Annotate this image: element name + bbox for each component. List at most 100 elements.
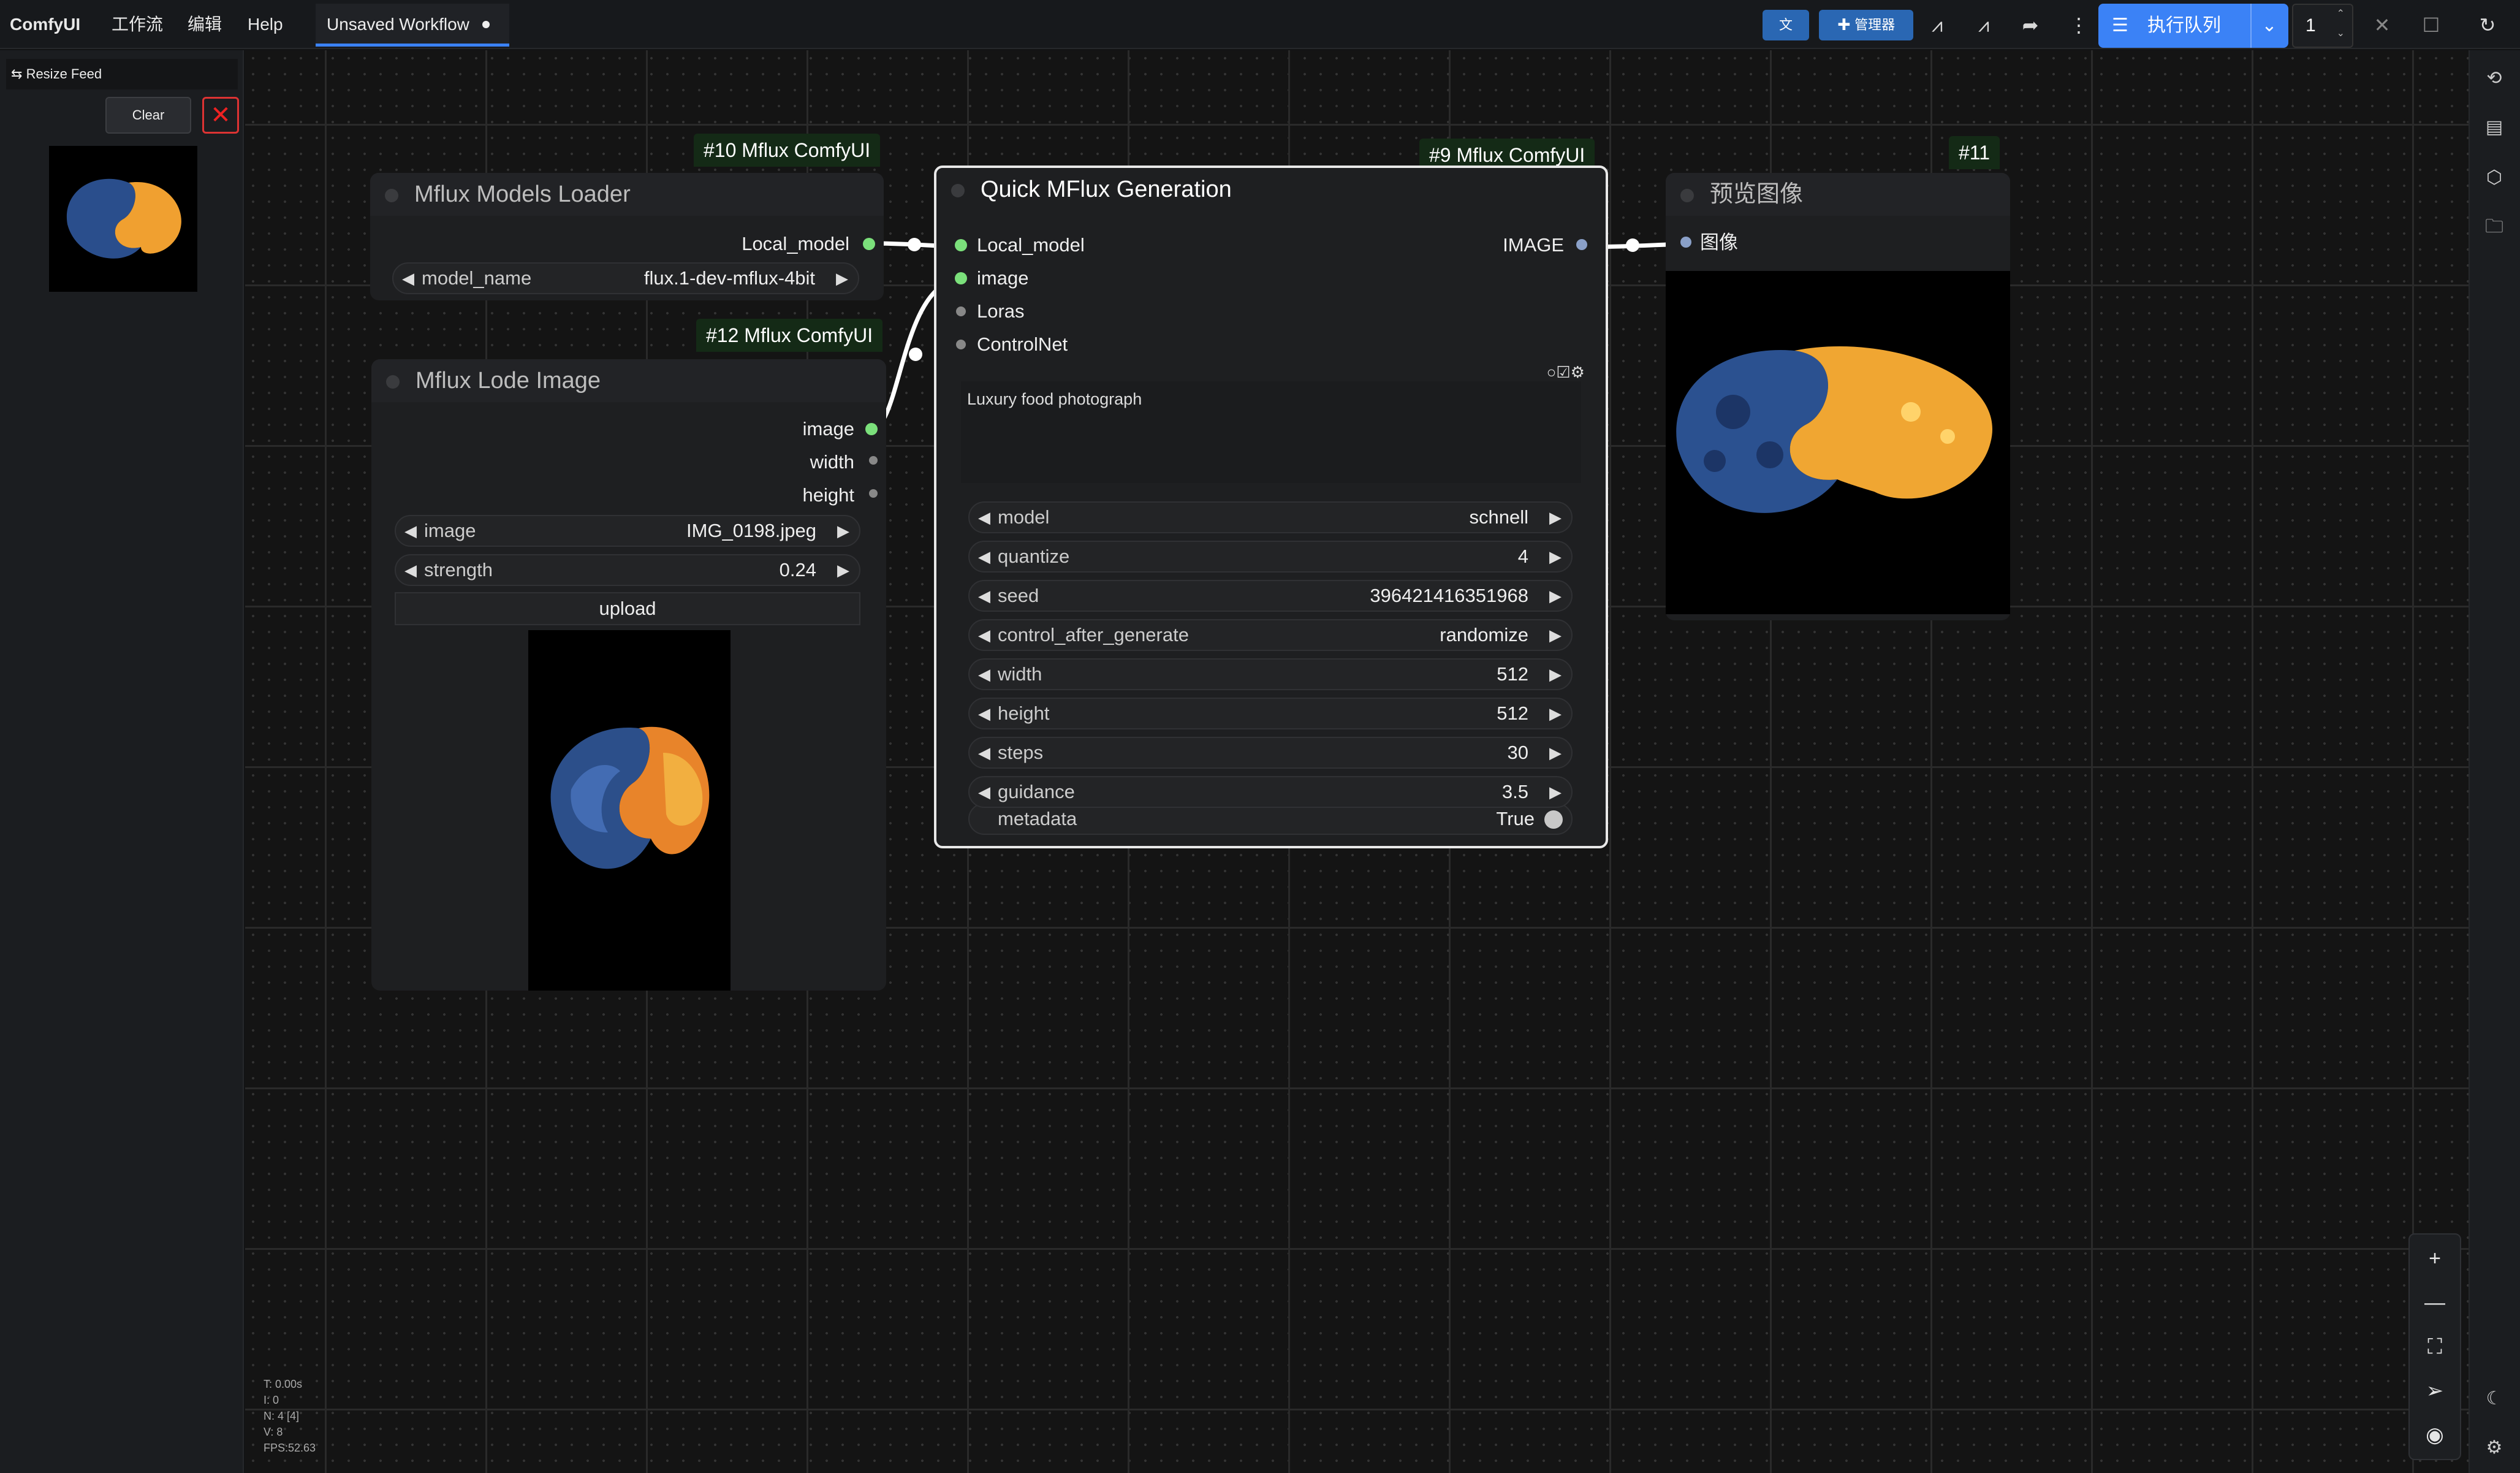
arrow-left-icon[interactable]: ◀ [978, 699, 990, 728]
output-port-dot[interactable] [865, 423, 878, 435]
arrow-right-icon[interactable]: ▶ [1549, 699, 1562, 728]
arrow-right-icon[interactable]: ▶ [1549, 660, 1562, 689]
widget-name: image [424, 520, 476, 541]
arrow-right-icon[interactable]: ▶ [1549, 738, 1562, 767]
stat-line: N: 4 [4] [264, 1410, 300, 1422]
input-port-dot[interactable] [955, 272, 967, 284]
upload-button[interactable]: upload [395, 592, 860, 625]
widget-quantize[interactable]: ◀ quantize 4 ▶ [968, 541, 1573, 573]
node-title-bar[interactable]: Mflux Models Loader [370, 173, 884, 216]
input-port-dot[interactable] [956, 340, 966, 349]
fit-view-icon[interactable]: ⛶ [2417, 1329, 2453, 1365]
node-title-bar[interactable]: Quick MFlux Generation [936, 168, 1606, 211]
arrow-right-icon[interactable]: ▶ [1549, 542, 1562, 571]
yin-yang-fire-ice-image [528, 630, 731, 991]
link-midpoint-dot [1626, 238, 1639, 252]
arrow-left-icon[interactable]: ◀ [402, 264, 414, 293]
node-title-bar[interactable]: 预览图像 [1666, 173, 2010, 216]
arrow-left-icon[interactable]: ◀ [978, 581, 990, 611]
output-label-image: image [802, 418, 854, 440]
input-port-dot[interactable] [1680, 237, 1691, 248]
widget-guidance[interactable]: ◀ guidance 3.5 ▶ [968, 776, 1573, 808]
prompt-text: Luxury food photograph [967, 390, 1142, 408]
widget-value: 396421416351968 [1370, 585, 1528, 606]
arrow-left-icon[interactable]: ◀ [978, 738, 990, 767]
render-stats: T: 0.00s I: 0 N: 4 [4] V: 8 FPS:52.63 [264, 1376, 316, 1456]
zoom-out-icon[interactable]: — [2417, 1285, 2453, 1320]
settings-icon[interactable]: ⚙ [2477, 1431, 2511, 1465]
prompt-toolbar-icons[interactable]: ○☑⚙ [1547, 363, 1585, 382]
arrow-right-icon[interactable]: ▶ [1549, 777, 1562, 807]
queue-list-icon[interactable]: ▤ [2477, 110, 2511, 145]
arrow-left-icon[interactable]: ◀ [978, 620, 990, 650]
arrow-left-icon[interactable]: ◀ [978, 660, 990, 689]
generated-image-preview[interactable] [1666, 271, 2010, 614]
output-label-width: width [810, 451, 854, 473]
widget-strength[interactable]: ◀ strength 0.24 ▶ [395, 554, 860, 586]
arrow-right-icon[interactable]: ▶ [837, 555, 849, 585]
node-badge-loader: #10 Mflux ComfyUI [694, 134, 881, 167]
widget-name: metadata [998, 808, 1077, 829]
collapse-dot-icon[interactable] [385, 189, 398, 202]
input-port-dot[interactable] [956, 306, 966, 316]
arrow-left-icon[interactable]: ◀ [978, 542, 990, 571]
node-lode-image[interactable]: Mflux Lode Image image width height ◀ im… [371, 359, 886, 991]
right-sidebar [2469, 50, 2520, 1473]
output-label: Local_model [742, 233, 849, 254]
arrow-left-icon[interactable]: ◀ [404, 516, 417, 546]
navigate-icon[interactable]: ➢ [2417, 1373, 2453, 1409]
prompt-textarea[interactable]: Luxury food photograph [961, 381, 1581, 483]
arrow-right-icon[interactable]: ▶ [1549, 620, 1562, 650]
arrow-right-icon[interactable]: ▶ [836, 264, 848, 293]
node-badge-preview: #11 [1949, 136, 2000, 169]
widget-value: randomize [1440, 624, 1528, 645]
widget-steps[interactable]: ◀ steps 30 ▶ [968, 737, 1573, 769]
folder-icon[interactable]: 🗀 [2477, 210, 2511, 244]
arrow-right-icon[interactable]: ▶ [1549, 503, 1562, 532]
widget-width[interactable]: ◀ width 512 ▶ [968, 658, 1573, 690]
input-label-loras: Loras [977, 300, 1025, 322]
output-port-dot[interactable] [1576, 239, 1587, 250]
node-title-bar[interactable]: Mflux Lode Image [371, 359, 886, 402]
widget-model-name[interactable]: ◀ model_name flux.1-dev-mflux-4bit ▶ [392, 262, 859, 294]
output-label-image: IMAGE [1503, 234, 1564, 256]
collapse-dot-icon[interactable] [951, 184, 965, 197]
widget-name: seed [998, 585, 1039, 606]
history-icon[interactable]: ⟲ [2477, 61, 2511, 96]
output-port-dot[interactable] [869, 489, 878, 498]
yin-yang-food-image [1666, 271, 2010, 614]
widget-image[interactable]: ◀ image IMG_0198.jpeg ▶ [395, 515, 860, 547]
input-label-image: image [977, 267, 1029, 289]
visibility-eye-icon[interactable]: ◉ [2417, 1417, 2453, 1453]
widget-name: model [998, 506, 1050, 528]
widget-name: quantize [998, 546, 1070, 567]
arrow-left-icon[interactable]: ◀ [978, 777, 990, 807]
arrow-right-icon[interactable]: ▶ [1549, 581, 1562, 611]
widget-height[interactable]: ◀ height 512 ▶ [968, 698, 1573, 729]
node-quick-mflux-generation[interactable]: Quick MFlux Generation Local_model image… [934, 166, 1608, 848]
cube-icon[interactable]: ⬡ [2477, 161, 2511, 195]
moon-icon[interactable]: ☾ [2477, 1382, 2511, 1416]
collapse-dot-icon[interactable] [386, 375, 400, 389]
collapse-dot-icon[interactable] [1680, 189, 1694, 202]
widget-model[interactable]: ◀ model schnell ▶ [968, 501, 1573, 533]
node-models-loader[interactable]: Mflux Models Loader Local_model ◀ model_… [370, 173, 884, 300]
widget-value: schnell [1469, 506, 1529, 528]
widget-seed[interactable]: ◀ seed 396421416351968 ▶ [968, 580, 1573, 612]
output-port-dot[interactable] [869, 456, 878, 465]
arrow-right-icon[interactable]: ▶ [837, 516, 849, 546]
toggle-knob-icon[interactable] [1544, 810, 1563, 829]
arrow-left-icon[interactable]: ◀ [404, 555, 417, 585]
widget-value: flux.1-dev-mflux-4bit [643, 267, 815, 289]
widget-value: 512 [1497, 702, 1528, 724]
node-preview-image[interactable]: 预览图像 图像 [1666, 173, 2010, 620]
widget-value: 4 [1517, 546, 1528, 567]
zoom-in-icon[interactable]: + [2417, 1241, 2453, 1276]
stat-line: V: 8 [264, 1426, 283, 1438]
node-title: Quick MFlux Generation [981, 177, 1232, 202]
input-port-dot[interactable] [955, 239, 967, 251]
arrow-left-icon[interactable]: ◀ [978, 503, 990, 532]
output-port-dot[interactable] [863, 238, 875, 250]
widget-control-after-generate[interactable]: ◀ control_after_generate randomize ▶ [968, 619, 1573, 651]
stat-line: I: 0 [264, 1394, 279, 1406]
